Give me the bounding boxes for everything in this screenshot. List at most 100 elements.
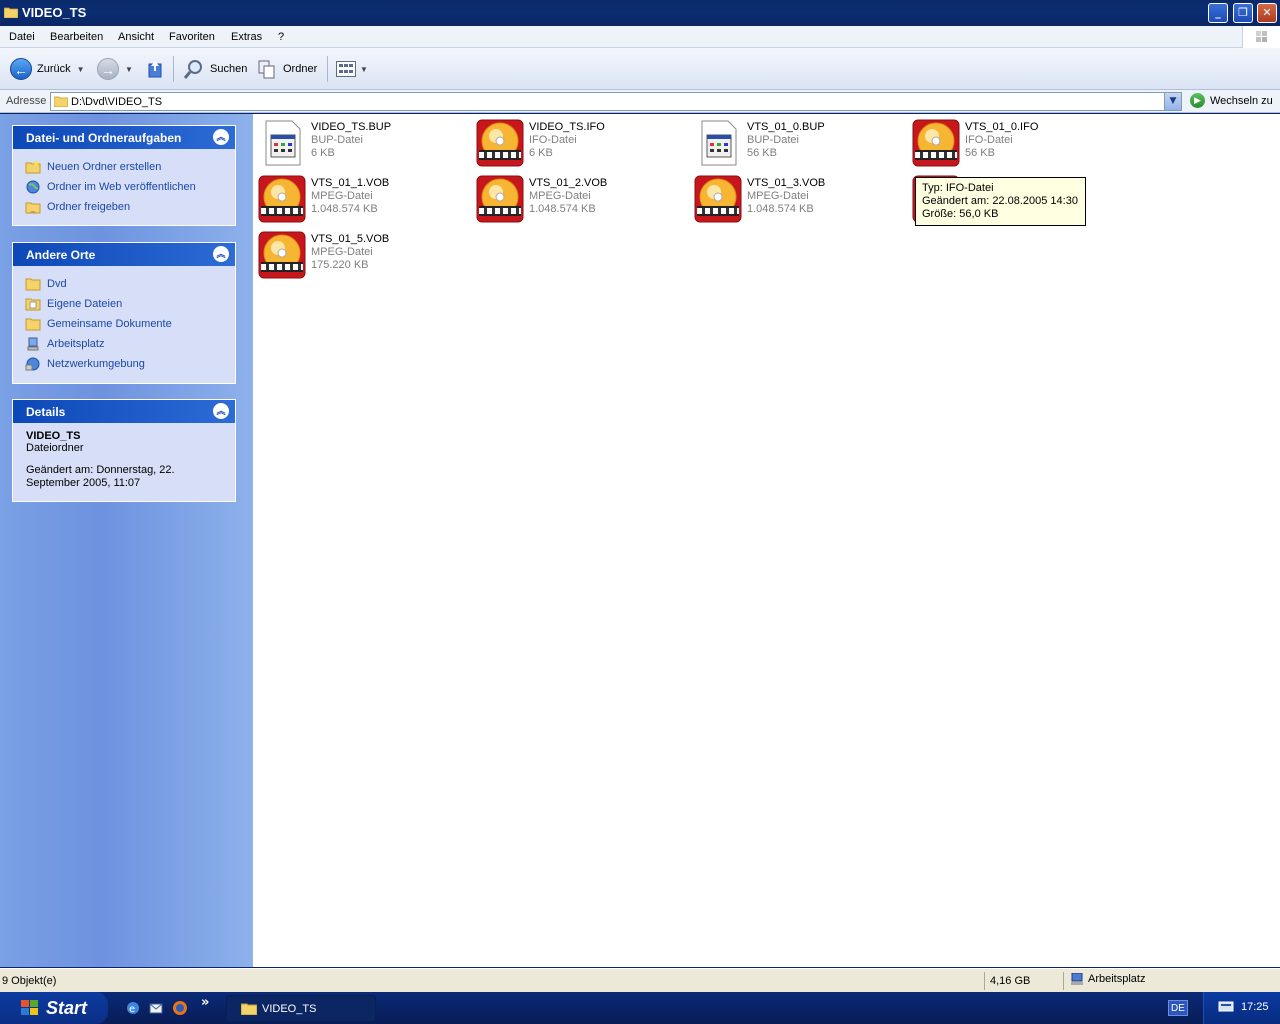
forward-button[interactable]: → ▼ — [97, 56, 133, 82]
address-field[interactable]: D:\Dvd\VIDEO_TS ▼ — [50, 92, 1182, 111]
file-item[interactable]: VTS_01_3.VOB MPEG-Datei 1.048.574 KB — [694, 175, 904, 227]
file-item[interactable]: VTS_01_2.VOB MPEG-Datei 1.048.574 KB — [476, 175, 686, 227]
windows-logo-icon — [1242, 26, 1280, 48]
dropdown-arrow-icon[interactable]: ▼ — [77, 65, 85, 74]
file-type: MPEG-Datei — [311, 190, 373, 202]
windows-flag-icon — [21, 1000, 38, 1015]
new-folder-icon — [25, 160, 41, 174]
details-panel: Details ︽ VIDEO_TS Dateiordner Geändert … — [12, 399, 236, 502]
file-type: MPEG-Datei — [747, 190, 809, 202]
address-dropdown-button[interactable]: ▼ — [1164, 93, 1181, 110]
panel-title: Details — [26, 405, 66, 419]
task-pane: Datei- und Ordneraufgaben ︽ Neuen Ordner… — [0, 114, 252, 967]
svg-text:e: e — [129, 1004, 135, 1015]
task-publish-web[interactable]: Ordner im Web veröffentlichen — [25, 177, 235, 197]
place-my-computer[interactable]: Arbeitsplatz — [25, 334, 235, 354]
up-folder-button[interactable] — [146, 56, 164, 82]
computer-icon — [1071, 973, 1083, 985]
file-size: 56 KB — [747, 147, 777, 159]
title-bar: VIDEO_TS _ ❐ ✕ — [0, 0, 1280, 26]
place-label: Dvd — [47, 278, 67, 290]
file-type: IFO-Datei — [965, 134, 1013, 146]
toolbar-separator — [173, 56, 174, 82]
task-share-folder[interactable]: Ordner freigeben — [25, 197, 235, 217]
other-places-header[interactable]: Andere Orte ︽ — [13, 243, 235, 266]
file-item[interactable]: VIDEO_TS.BUP BUP-Datei 6 KB — [258, 119, 468, 171]
menu-datei[interactable]: Datei — [9, 31, 35, 43]
search-button[interactable]: Suchen — [183, 56, 247, 82]
place-label: Gemeinsame Dokumente — [47, 318, 172, 330]
document-icon — [701, 120, 737, 166]
address-label: Adresse — [6, 95, 47, 107]
minimize-button[interactable]: _ — [1208, 3, 1228, 23]
details-modified: Geändert am: Donnerstag, 22. September 2… — [26, 464, 175, 489]
restore-button[interactable]: ❐ — [1233, 3, 1253, 23]
dropdown-arrow-icon[interactable]: ▼ — [125, 65, 133, 74]
document-icon — [265, 120, 301, 166]
firefox-icon[interactable] — [172, 1000, 188, 1016]
collapse-chevron-icon[interactable]: ︽ — [213, 129, 229, 145]
file-size: 175.220 KB — [311, 259, 369, 271]
place-network[interactable]: Netzwerkumgebung — [25, 354, 235, 374]
details-header[interactable]: Details ︽ — [13, 400, 235, 423]
internet-explorer-icon[interactable]: e — [125, 1000, 141, 1016]
file-size: 1.048.574 KB — [311, 203, 378, 215]
file-name: VTS_01_3.VOB — [747, 177, 826, 189]
file-size: 1.048.574 KB — [747, 203, 814, 215]
place-dvd[interactable]: Dvd — [25, 274, 235, 294]
dvd-media-icon — [694, 175, 742, 223]
forward-arrow-icon: → — [97, 58, 119, 80]
file-tasks-panel: Datei- und Ordneraufgaben ︽ Neuen Ordner… — [12, 125, 236, 226]
back-arrow-icon: ← — [10, 58, 32, 80]
file-name: VIDEO_TS.BUP — [311, 121, 392, 133]
up-folder-icon — [148, 61, 162, 78]
place-shared-documents[interactable]: Gemeinsame Dokumente — [25, 314, 235, 334]
file-item[interactable]: VTS_01_1.VOB MPEG-Datei 1.048.574 KB — [258, 175, 468, 227]
menu-extras[interactable]: Extras — [231, 31, 262, 43]
system-tray: 17:25 — [1203, 992, 1280, 1024]
taskbar-item-video-ts[interactable]: VIDEO_TS — [226, 995, 376, 1022]
place-my-documents[interactable]: Eigene Dateien — [25, 294, 235, 314]
start-button[interactable]: Start — [0, 992, 108, 1024]
menu-favoriten[interactable]: Favoriten — [169, 31, 215, 43]
place-label: Eigene Dateien — [47, 298, 123, 310]
file-item[interactable]: VTS_01_0.IFO IFO-Datei 56 KB — [912, 119, 1122, 171]
window-title: VIDEO_TS — [22, 5, 87, 20]
outlook-express-icon[interactable] — [148, 1000, 164, 1016]
status-separator — [984, 972, 985, 990]
menu-bearbeiten[interactable]: Bearbeiten — [50, 31, 103, 43]
file-type: MPEG-Datei — [311, 246, 373, 258]
folders-button[interactable]: Ordner — [257, 56, 317, 82]
collapse-chevron-icon[interactable]: ︽ — [213, 246, 229, 262]
quicklaunch-more-icon[interactable]: » — [201, 995, 209, 1010]
tooltip-modified: Geändert am: 22.08.2005 14:30 — [922, 195, 1078, 207]
menu-ansicht[interactable]: Ansicht — [118, 31, 154, 43]
folder-icon — [25, 278, 41, 291]
file-name: VIDEO_TS.IFO — [529, 121, 605, 133]
menu-help[interactable]: ? — [278, 31, 284, 43]
collapse-chevron-icon[interactable]: ︽ — [213, 403, 229, 419]
dropdown-arrow-icon[interactable]: ▼ — [360, 65, 368, 74]
back-button[interactable]: ← Zurück ▼ — [10, 56, 85, 82]
file-name: VTS_01_0.IFO — [965, 121, 1039, 133]
file-item[interactable]: VTS_01_0.BUP BUP-Datei 56 KB — [694, 119, 904, 171]
go-button[interactable]: ▶ Wechseln zu — [1190, 93, 1273, 108]
file-list: VIDEO_TS.BUP BUP-Datei 6 KB VIDEO_TS.IFO… — [252, 114, 1280, 967]
file-type: BUP-Datei — [747, 134, 799, 146]
clock[interactable]: 17:25 — [1241, 1001, 1269, 1013]
file-item[interactable]: VIDEO_TS.IFO IFO-Datei 6 KB — [476, 119, 686, 171]
views-button[interactable]: ▼ — [336, 56, 368, 82]
panel-title: Datei- und Ordneraufgaben — [26, 131, 182, 145]
file-type: MPEG-Datei — [529, 190, 591, 202]
close-button[interactable]: ✕ — [1257, 3, 1277, 23]
toolbar-separator — [327, 56, 328, 82]
file-item[interactable]: VTS_01_5.VOB MPEG-Datei 175.220 KB — [258, 231, 468, 283]
dvd-media-icon — [476, 119, 524, 167]
file-tasks-header[interactable]: Datei- und Ordneraufgaben ︽ — [13, 126, 235, 149]
network-tray-icon[interactable] — [1218, 1001, 1234, 1013]
file-tooltip: Typ: IFO-Datei Geändert am: 22.08.2005 1… — [915, 177, 1086, 226]
folders-label: Ordner — [283, 63, 318, 75]
go-arrow-icon: ▶ — [1190, 93, 1205, 108]
task-new-folder[interactable]: Neuen Ordner erstellen — [25, 157, 235, 177]
language-indicator[interactable]: DE — [1168, 1000, 1188, 1016]
